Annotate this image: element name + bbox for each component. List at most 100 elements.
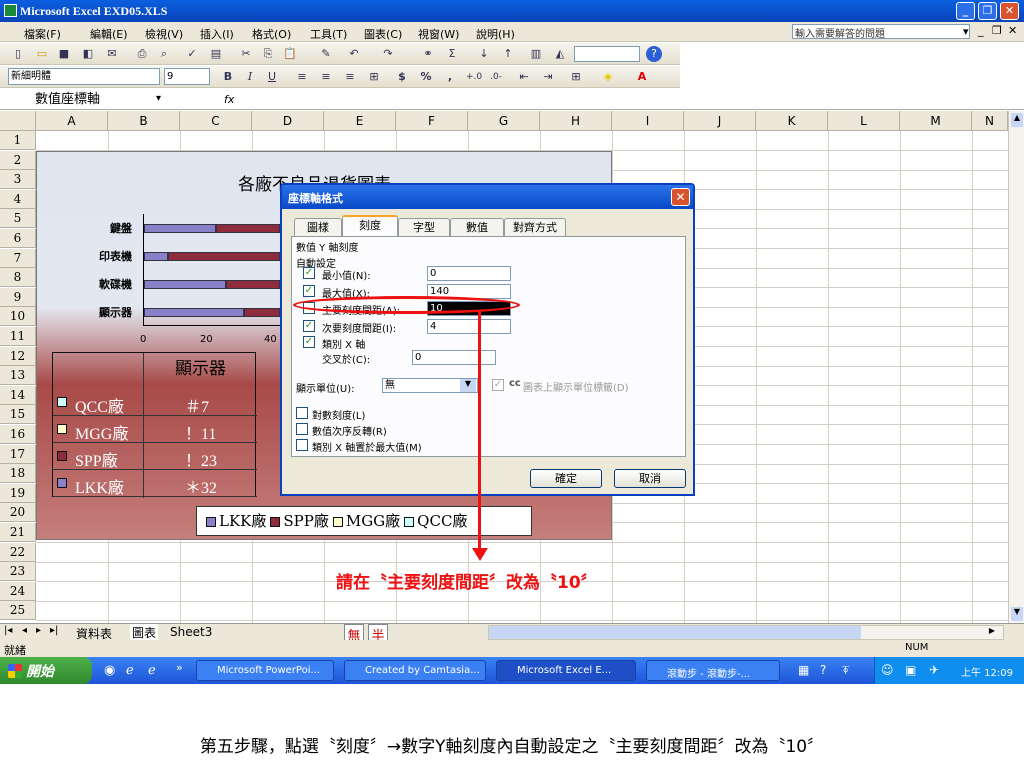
column-header[interactable]: J <box>684 111 756 131</box>
scroll-right-icon[interactable]: ▶ <box>985 626 999 639</box>
column-header[interactable]: L <box>828 111 900 131</box>
auto-checkbox[interactable]: ✓ <box>303 267 315 279</box>
align-right-icon[interactable]: ≡ <box>342 69 358 85</box>
percent-button[interactable]: % <box>418 69 434 85</box>
row-header[interactable]: 14 <box>0 385 36 405</box>
x-axis-line[interactable] <box>143 325 281 326</box>
legend-entry[interactable]: LKK廠 <box>219 512 266 530</box>
bar-series-spp[interactable] <box>168 252 280 261</box>
hyperlink-icon[interactable]: ⚭ <box>420 46 436 62</box>
help-tray-icon[interactable]: ? <box>820 663 826 677</box>
row-header[interactable]: 19 <box>0 483 36 503</box>
category-label[interactable]: 顯示器 <box>92 304 132 320</box>
name-box[interactable]: 數值座標軸 <box>2 91 172 109</box>
column-header[interactable]: N <box>972 111 1008 131</box>
font-color-icon[interactable]: A <box>634 69 650 85</box>
function-icon[interactable]: fx <box>224 93 234 106</box>
category-label[interactable]: 軟碟機 <box>92 276 132 292</box>
doc-restore-button[interactable]: ❐ <box>992 24 1002 37</box>
merge-center-icon[interactable]: ⊞ <box>366 69 382 85</box>
bar-series-lkk[interactable] <box>144 224 216 233</box>
fill-color-icon[interactable]: ◈ <box>600 69 616 85</box>
bar-series-lkk[interactable] <box>144 252 168 261</box>
tray-icon[interactable]: ☺ <box>881 663 894 677</box>
close-button[interactable]: ✕ <box>1000 2 1019 20</box>
undo-icon[interactable]: ↶ <box>346 46 362 62</box>
scroll-up-icon[interactable]: ▲ <box>1011 113 1023 127</box>
task-browser[interactable]: 滾動步 - 滾動步-... <box>646 660 780 681</box>
underline-button[interactable]: U <box>264 69 280 85</box>
cancel-button[interactable]: 取消 <box>614 469 686 488</box>
category-axis-checkbox[interactable]: ✓ <box>303 336 315 348</box>
cut-icon[interactable]: ✂ <box>238 46 254 62</box>
ie-icon[interactable]: ℯ <box>126 663 134 678</box>
align-left-icon[interactable]: ≡ <box>294 69 310 85</box>
help-icon[interactable]: ? <box>646 46 662 62</box>
row-header[interactable]: 3 <box>0 170 36 190</box>
tab-alignment[interactable]: 對齊方式 <box>504 218 566 236</box>
data-table[interactable]: 顯示器 QCC廠 ＃7 MGG廠 ！11 SPP廠 ！23 LKK廠 ＊32 <box>52 352 257 498</box>
paste-icon[interactable]: 📋 <box>282 46 298 62</box>
row-header[interactable]: 16 <box>0 425 36 444</box>
log-scale-checkbox[interactable] <box>296 407 308 419</box>
help-search-input[interactable]: 輸入需要解答的問題 <box>792 24 970 40</box>
email-icon[interactable]: ✉ <box>104 46 120 62</box>
column-header[interactable]: B <box>108 111 180 131</box>
drawing-icon[interactable]: ◭ <box>552 46 568 62</box>
menu-chart[interactable]: 圖表(C) <box>364 26 402 42</box>
row-header[interactable]: 24 <box>0 581 36 601</box>
auto-checkbox[interactable]: ✓ <box>303 285 315 297</box>
row-header[interactable]: 21 <box>0 523 36 542</box>
row-header[interactable]: 17 <box>0 444 36 464</box>
category-label[interactable]: 印表機 <box>92 248 132 264</box>
row-header[interactable]: 20 <box>0 503 36 523</box>
ok-button[interactable]: 確定 <box>530 469 602 488</box>
tab-scale[interactable]: 刻度 <box>342 215 398 237</box>
menu-tools[interactable]: 工具(T) <box>310 26 347 42</box>
legend-entry[interactable]: MGG廠 <box>346 512 400 530</box>
column-header[interactable]: F <box>396 111 468 131</box>
quicklaunch-icon[interactable]: ℯ <box>148 663 156 678</box>
row-header[interactable]: 6 <box>0 229 36 248</box>
print-icon[interactable]: ⎙ <box>134 46 150 62</box>
vertical-scrollbar[interactable]: ▲ ▼ <box>1008 111 1024 623</box>
autosum-icon[interactable]: Σ <box>444 46 460 62</box>
dialog-close-button[interactable]: ✕ <box>671 188 690 206</box>
y-axis-line[interactable] <box>143 214 144 326</box>
font-select[interactable]: 新細明體 <box>8 68 160 85</box>
copy-icon[interactable]: ⎘ <box>260 46 276 62</box>
task-camtasia[interactable]: Created by Camtasia... <box>344 660 486 681</box>
restore-button[interactable]: ❐ <box>978 2 997 20</box>
last-sheet-icon[interactable]: ▸| <box>50 625 58 636</box>
namebox-dropdown-icon[interactable]: ▾ <box>156 93 161 104</box>
bar-series-spp[interactable] <box>216 224 280 233</box>
column-header[interactable]: E <box>324 111 396 131</box>
sheet-tab-sheet3[interactable]: Sheet3 <box>170 625 212 639</box>
permission-icon[interactable]: ◧ <box>80 46 96 62</box>
row-header[interactable]: 9 <box>0 287 36 307</box>
row-header[interactable]: 25 <box>0 601 36 621</box>
research-icon[interactable]: ▤ <box>208 46 224 62</box>
align-center-icon[interactable]: ≡ <box>318 69 334 85</box>
borders-icon[interactable]: ⊞ <box>568 69 584 85</box>
column-header[interactable]: A <box>36 111 108 131</box>
chart-wizard-icon[interactable]: ▥ <box>528 46 544 62</box>
italic-button[interactable]: I <box>242 69 258 85</box>
column-header[interactable]: I <box>612 111 684 131</box>
show-unit-checkbox[interactable]: ✓ <box>492 379 504 391</box>
doc-close-button[interactable]: ✕ <box>1008 24 1017 37</box>
menu-insert[interactable]: 插入(I) <box>200 26 234 42</box>
prev-sheet-icon[interactable]: ◂ <box>22 625 27 636</box>
font-size-select[interactable]: 9 <box>164 68 210 85</box>
keyboard-icon[interactable]: ▦ <box>798 663 809 677</box>
sheet-tab-chart[interactable]: 圖表 <box>130 624 159 641</box>
save-icon[interactable]: ■ <box>56 46 72 62</box>
zoom-select[interactable] <box>574 46 640 62</box>
format-painter-icon[interactable]: ✎ <box>318 46 334 62</box>
tab-number[interactable]: 數值 <box>450 218 504 236</box>
cross-at-input[interactable]: 0 <box>412 350 496 365</box>
row-header[interactable]: 15 <box>0 405 36 425</box>
new-icon[interactable]: ▯ <box>10 46 26 62</box>
bar-series-spp[interactable] <box>226 280 280 289</box>
format-axis-dialog[interactable]: 座標軸格式 ✕ 圖樣 刻度 字型 數值 對齊方式 數值 Y 軸刻度 自動設定 ✓… <box>280 183 695 496</box>
